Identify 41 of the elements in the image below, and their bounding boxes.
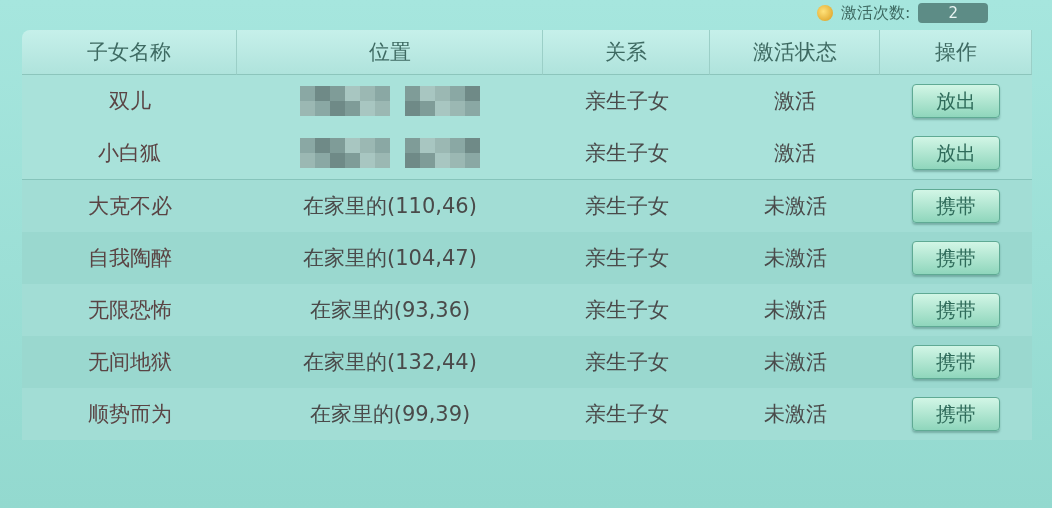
column-header: 子女名称 (22, 30, 237, 75)
action-button[interactable]: 携带 (912, 345, 1000, 379)
child-name: 无间地狱 (87, 349, 172, 376)
relation-text: 亲生子女 (584, 245, 669, 272)
coin-icon (817, 5, 834, 21)
status-text: 未激活 (763, 297, 827, 324)
status-text: 未激活 (763, 401, 827, 428)
location-text: 在家里的(99,39) (309, 401, 471, 428)
child-name: 自我陶醉 (87, 245, 172, 272)
relation-text: 亲生子女 (584, 88, 669, 115)
action-button[interactable]: 携带 (912, 189, 1000, 223)
relation-text: 亲生子女 (584, 401, 669, 428)
location-text: 在家里的(110,46) (303, 193, 477, 220)
action-button[interactable]: 携带 (912, 241, 1000, 275)
status-text: 未激活 (763, 349, 827, 376)
child-name: 无限恐怖 (87, 297, 172, 324)
relation-text: 亲生子女 (584, 349, 669, 376)
child-name: 双儿 (108, 88, 151, 115)
column-header: 关系 (543, 30, 710, 75)
location-text: 在家里的(93,36) (309, 297, 471, 324)
column-header: 操作 (880, 30, 1032, 75)
activation-count-label: 激活次数: (841, 2, 911, 24)
status-text: 未激活 (763, 245, 827, 272)
action-button[interactable]: 携带 (912, 397, 1000, 431)
relation-text: 亲生子女 (584, 193, 669, 220)
action-button[interactable]: 放出 (912, 136, 1000, 170)
action-button[interactable]: 放出 (912, 84, 1000, 118)
child-name: 小白狐 (98, 140, 161, 167)
status-text: 激活 (774, 140, 816, 167)
status-text: 激活 (774, 88, 816, 115)
action-button[interactable]: 携带 (912, 293, 1000, 327)
activation-count-value: 2 (918, 3, 988, 23)
child-name: 顺势而为 (87, 401, 172, 428)
child-name: 大克不必 (87, 193, 172, 220)
column-header: 位置 (237, 30, 543, 75)
relation-text: 亲生子女 (584, 297, 669, 324)
column-header: 激活状态 (710, 30, 880, 75)
relation-text: 亲生子女 (584, 140, 669, 167)
status-text: 未激活 (763, 193, 827, 220)
location-text: 在家里的(104,47) (303, 245, 477, 272)
location-text: 在家里的(132,44) (303, 349, 477, 376)
